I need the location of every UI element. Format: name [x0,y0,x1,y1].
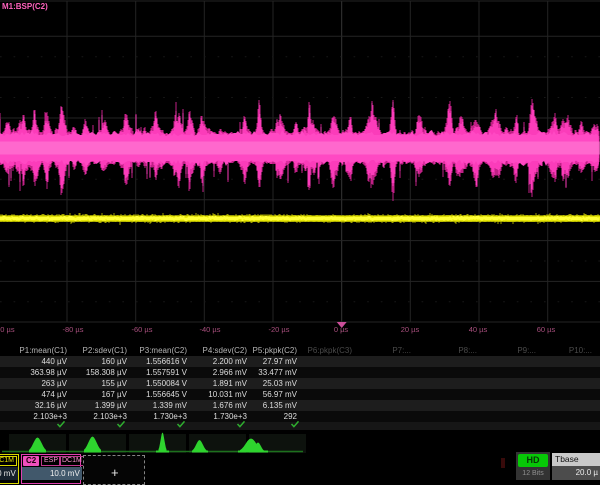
svg-text:-80 µs: -80 µs [63,325,84,334]
svg-text:-40 µs: -40 µs [200,325,221,334]
svg-text:-60 µs: -60 µs [132,325,153,334]
svg-text:40 µs: 40 µs [469,325,488,334]
svg-text:-20 µs: -20 µs [269,325,290,334]
svg-text:20 µs: 20 µs [401,325,420,334]
svg-text:60 µs: 60 µs [537,325,556,334]
svg-text:M1:BSP(C2): M1:BSP(C2) [2,2,48,11]
svg-text:-100 µs: -100 µs [0,325,15,334]
svg-text:0 µs: 0 µs [334,325,349,334]
